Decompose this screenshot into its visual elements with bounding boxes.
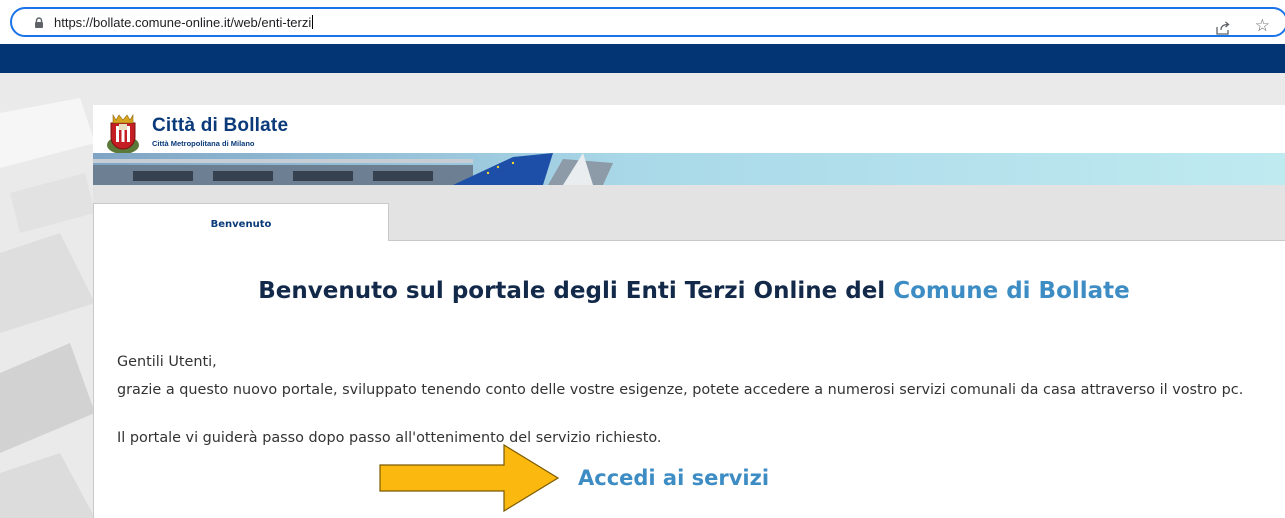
url-host: https://bollate.comune-online.it [54,15,231,30]
site-page: Città di Bollate Città Metropolitana di … [0,44,1285,518]
page-title-accent: Comune di Bollate [893,278,1130,304]
site-title[interactable]: Città di Bollate [152,115,288,137]
tab-benvenuto[interactable]: Benvenuto [93,203,389,243]
address-bar[interactable]: https://bollate.comune-online.it/web/ent… [10,7,1285,37]
lock-icon[interactable] [34,17,44,28]
page-title: Benvenuto sul portale degli Enti Terzi O… [94,278,1285,304]
url-text[interactable]: https://bollate.comune-online.it/web/ent… [54,15,314,30]
top-navigation-strip [0,44,1285,73]
page-title-prefix: Benvenuto sul portale degli Enti Terzi O… [258,278,894,304]
url-path: /web/enti-terzi [230,15,312,30]
crest-icon[interactable] [105,109,141,157]
text-caret [312,15,314,29]
access-services-link[interactable]: Accedi ai servizi [578,466,769,490]
greeting-text: Gentili Utenti, [117,354,217,370]
share-icon[interactable] [1216,21,1230,35]
browser-toolbar: https://bollate.comune-online.it/web/ent… [0,0,1285,44]
tab-benvenuto-label: Benvenuto [210,219,272,230]
main-content: Benvenuto sul portale degli Enti Terzi O… [93,241,1285,518]
intro-paragraph: grazie a questo nuovo portale, sviluppat… [117,382,1244,398]
site-header: Città di Bollate Città Metropolitana di … [93,105,1285,185]
header-banner-image [93,153,1285,185]
arrow-icon [379,443,560,513]
site-subtitle: Città Metropolitana di Milano [152,139,255,148]
star-icon[interactable]: ☆ [1255,16,1270,36]
